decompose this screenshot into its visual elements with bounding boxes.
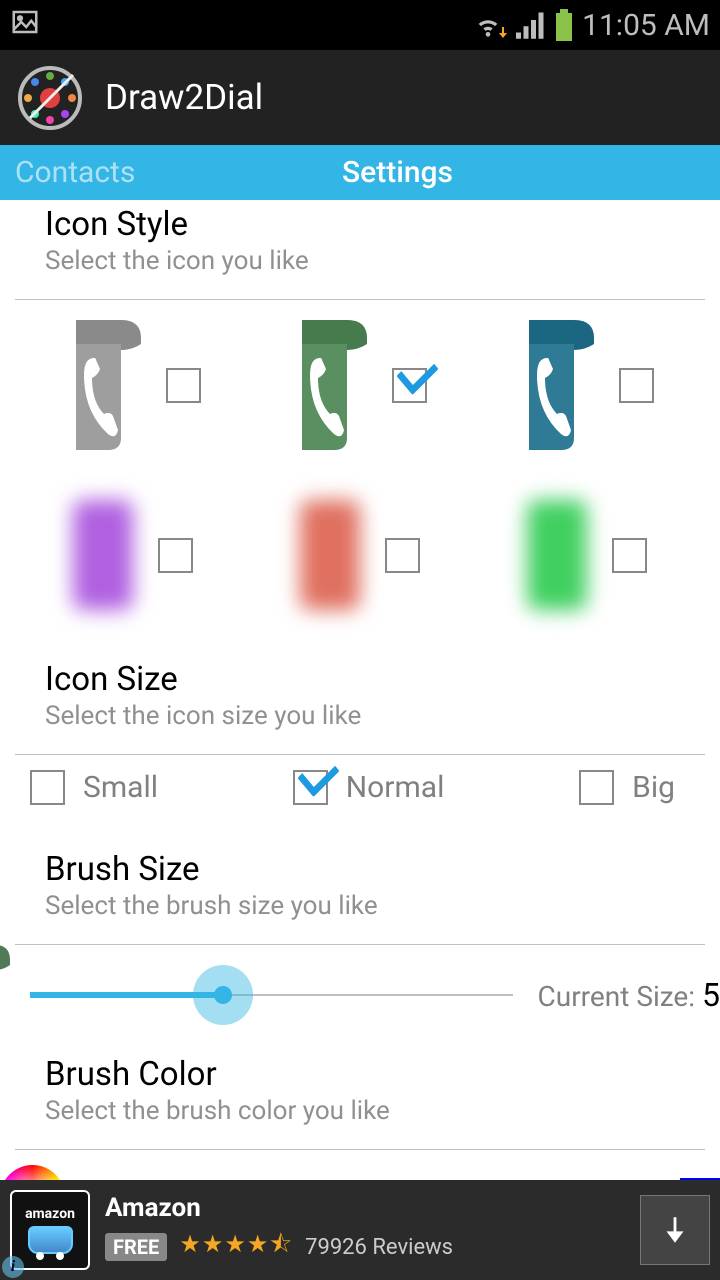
settings-content: Icon Style Select the icon you like Icon… (0, 200, 720, 1235)
gallery-icon (10, 7, 40, 37)
ad-text: Amazon FREE ★★★★⯪ 79926 Reviews (105, 1193, 625, 1268)
download-button[interactable] (640, 1195, 710, 1265)
status-bar: 11:05 AM (0, 0, 720, 50)
icon-size-sub: Select the icon size you like (45, 701, 675, 731)
section-brush-color: Brush Color Select the brush color you l… (0, 1035, 720, 1149)
status-left (10, 7, 40, 44)
tab-contacts[interactable]: Contacts (0, 155, 260, 190)
app-title: Draw2Dial (105, 77, 263, 118)
ad-brand: amazon (25, 1206, 75, 1222)
star-rating-icon: ★★★★⯪ (179, 1227, 293, 1268)
signal-icon (516, 11, 546, 39)
icon-size-label: Big (632, 770, 675, 805)
battery-icon (554, 9, 574, 41)
icon-size-label: Small (83, 770, 158, 805)
brush-size-row: Current Size: 5 (0, 945, 720, 1035)
brush-color-sub: Select the brush color you like (45, 1096, 675, 1126)
brush-size-sub: Select the brush size you like (45, 891, 675, 921)
wifi-icon (474, 11, 508, 39)
icon-style-option[interactable] (483, 485, 690, 625)
ad-reviews: 79926 Reviews (305, 1235, 453, 1260)
section-icon-style: Icon Style Select the icon you like (0, 200, 720, 299)
checkbox[interactable] (293, 770, 328, 805)
ad-title: Amazon (105, 1193, 625, 1223)
icon-style-option[interactable] (257, 485, 464, 625)
checkbox[interactable] (579, 770, 614, 805)
ad-banner[interactable]: amazon Amazon FREE ★★★★⯪ 79926 Reviews i (0, 1180, 720, 1280)
phone-preview-icon (0, 945, 10, 1065)
brush-size-current-value: 5 (702, 976, 720, 1014)
status-time: 11:05 AM (582, 8, 710, 43)
section-icon-size: Icon Size Select the icon size you like (0, 655, 720, 754)
status-right: 11:05 AM (474, 8, 710, 43)
icon-style-option[interactable] (30, 315, 237, 455)
download-icon (658, 1213, 692, 1247)
icon-style-option[interactable] (257, 315, 464, 455)
app-bar: Draw2Dial (0, 50, 720, 145)
checkbox[interactable] (392, 368, 427, 403)
icon-size-option[interactable]: Big (579, 770, 675, 805)
checkbox[interactable] (30, 770, 65, 805)
brush-size-current-label: Current Size: (538, 980, 696, 1013)
checkbox[interactable] (385, 538, 420, 573)
brush-size-slider[interactable] (30, 965, 513, 1025)
section-brush-size: Brush Size Select the brush size you lik… (0, 845, 720, 944)
icon-size-label: Normal (346, 770, 445, 805)
checkbox[interactable] (619, 368, 654, 403)
app-logo-icon (15, 63, 85, 133)
brush-size-current: Current Size: 5 (538, 976, 720, 1014)
brush-color-title: Brush Color (45, 1055, 675, 1094)
icon-size-title: Icon Size (45, 660, 675, 699)
icon-size-row: Small Normal Big (0, 755, 720, 845)
checkbox[interactable] (158, 538, 193, 573)
icon-size-option[interactable]: Normal (293, 770, 445, 805)
tab-settings[interactable]: Settings (260, 155, 720, 190)
phone-icon (292, 320, 367, 450)
icon-style-option[interactable] (30, 485, 237, 625)
cart-icon (28, 1226, 73, 1254)
blur-swatch-icon (527, 500, 587, 610)
phone-icon (66, 320, 141, 450)
ad-info-icon[interactable]: i (2, 1256, 24, 1278)
blur-swatch-icon (73, 500, 133, 610)
checkbox[interactable] (612, 538, 647, 573)
icon-style-grid (0, 300, 720, 655)
icon-style-title: Icon Style (45, 205, 675, 244)
icon-size-option[interactable]: Small (30, 770, 158, 805)
ad-badge: FREE (105, 1233, 167, 1261)
blur-swatch-icon (300, 500, 360, 610)
phone-icon (519, 320, 594, 450)
icon-style-sub: Select the icon you like (45, 246, 675, 276)
tab-bar: Contacts Settings (0, 145, 720, 200)
icon-style-option[interactable] (483, 315, 690, 455)
amazon-app-icon: amazon (10, 1190, 90, 1270)
checkbox[interactable] (166, 368, 201, 403)
brush-size-title: Brush Size (45, 850, 675, 889)
